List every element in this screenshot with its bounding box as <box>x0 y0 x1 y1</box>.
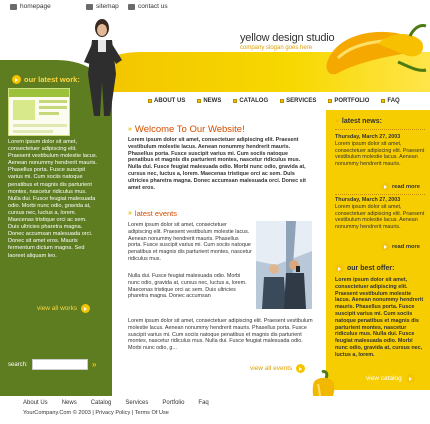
website-thumbnail-icon <box>9 89 69 135</box>
latest-events-title: » latest events <box>128 209 178 218</box>
events-text-1: Lorem ipsum dolor sit amet, consectetuer… <box>128 222 252 262</box>
business-people-photo <box>256 221 312 309</box>
top-links: homepage sitemap contact us <box>0 0 430 14</box>
search-label: search: <box>8 362 28 368</box>
sitemap-icon <box>86 3 93 10</box>
main-nav: ABOUT US NEWS CATALOG SERVICES PORTFOLIO… <box>148 95 430 107</box>
bullet-icon <box>233 99 238 103</box>
footer-about-us[interactable]: About Us <box>23 400 48 406</box>
contact-link[interactable]: contact us <box>128 3 168 10</box>
search-go-icon[interactable]: » <box>92 360 96 369</box>
double-arrow-icon: » <box>128 126 132 133</box>
footer-faq[interactable]: Faq <box>198 400 208 406</box>
view-all-events-link[interactable]: view all events <box>250 364 306 373</box>
bullet-icon <box>328 99 333 103</box>
bullet-icon <box>197 99 202 103</box>
double-arrow-icon: » <box>128 210 132 217</box>
news-date: Thursday, March 27, 2003 <box>335 197 401 203</box>
arrow-circle-icon <box>381 182 390 191</box>
search-input[interactable] <box>32 359 88 370</box>
news-text: Lorem ipsum dolor sit amet, consectetuer… <box>335 140 425 168</box>
footer-links: About Us News Catalog Services Portfolio… <box>23 400 209 406</box>
welcome-title: » Welcome To Our Website! <box>128 124 245 135</box>
bullet-icon <box>381 99 386 103</box>
latest-work-thumbnail[interactable] <box>8 88 70 136</box>
footer-services[interactable]: Services <box>125 400 148 406</box>
sitemap-link[interactable]: sitemap <box>86 3 119 10</box>
homepage-link[interactable]: homepage <box>10 3 51 10</box>
news-item: Thursday, March 27, 2003 Lorem ipsum dol… <box>335 134 425 168</box>
divider <box>335 129 425 130</box>
view-catalog-link[interactable]: view catalog <box>366 374 415 383</box>
footer-catalog[interactable]: Catalog <box>91 400 112 406</box>
arrow-circle-icon <box>81 304 91 313</box>
nav-news[interactable]: NEWS <box>197 95 221 107</box>
read-more-link[interactable]: read more <box>381 182 420 191</box>
best-offer-text: Lorem ipsum dolor sit amet, consectetuer… <box>335 277 424 358</box>
events-text-2: Nulla dui. Fusce feugiat malesuada odio.… <box>128 273 247 300</box>
nav-about-us[interactable]: ABOUT US <box>148 95 185 107</box>
news-item: Thursday, March 27, 2003 Lorem ipsum dol… <box>335 197 425 231</box>
nav-faq[interactable]: FAQ <box>381 95 400 107</box>
events-text-3: Lorem ipsum dolor sit amet, consectetuer… <box>128 318 313 352</box>
footer-news[interactable]: News <box>62 400 77 406</box>
footer-portfolio[interactable]: Portfolio <box>162 400 184 406</box>
news-text: Lorem ipsum dolor sit amet, consectetuer… <box>335 203 425 231</box>
copyright: YourCompany.Com © 2003 | Privacy Policy … <box>23 410 169 416</box>
divider <box>335 194 425 195</box>
nav-portfolio[interactable]: PORTFOLIO <box>328 95 369 107</box>
bullet-icon <box>148 99 152 103</box>
latest-work-title: our latest work: <box>12 75 80 84</box>
welcome-text: Lorem ipsum dolor sit amet, consectetuer… <box>128 137 306 191</box>
arrow-circle-icon <box>381 242 390 251</box>
bullet-icon <box>280 99 285 103</box>
home-icon <box>10 3 17 10</box>
arrow-circle-icon <box>335 264 344 273</box>
best-offer-title: our best offer: <box>335 264 394 273</box>
woman-photo <box>84 19 122 116</box>
arrow-circle-icon <box>12 75 21 84</box>
arrow-circle-icon <box>296 364 306 373</box>
read-more-link[interactable]: read more <box>381 242 420 251</box>
nav-services[interactable]: SERVICES <box>280 95 316 107</box>
people-photo-icon <box>256 221 312 309</box>
double-arrow-icon: » <box>335 118 339 125</box>
view-all-works-link[interactable]: view all works <box>37 304 91 313</box>
latest-work-text: Lorem ipsum dolor sit amet, consectetuer… <box>8 139 98 259</box>
news-date: Thursday, March 27, 2003 <box>335 134 401 140</box>
arrow-circle-icon <box>405 374 415 383</box>
nav-catalog[interactable]: CATALOG <box>233 95 268 107</box>
mail-icon <box>128 3 135 10</box>
latest-news-title: » latest news: <box>335 118 382 125</box>
pepper-icon <box>326 24 427 75</box>
